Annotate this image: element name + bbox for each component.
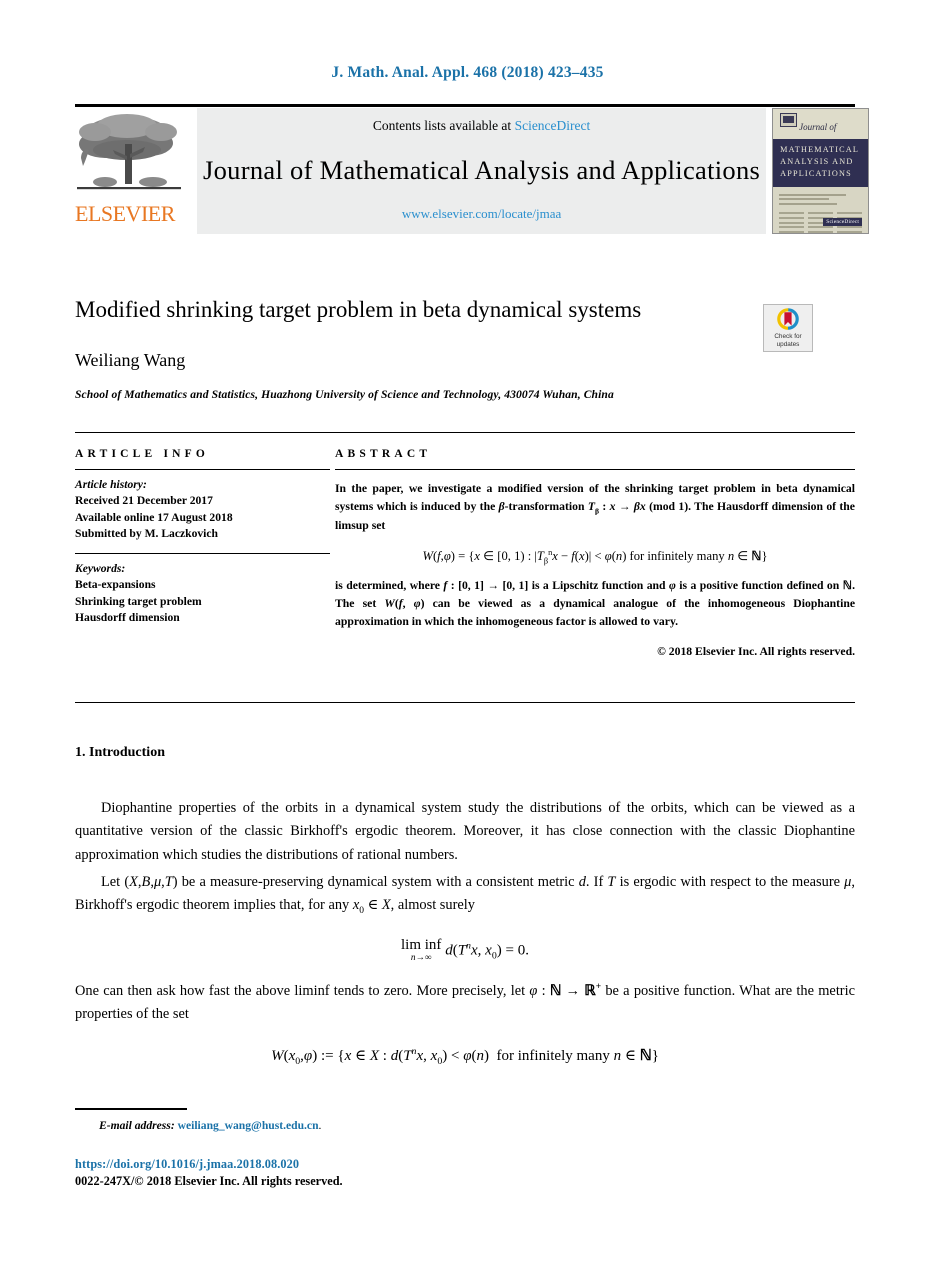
contents-available-line: Contents lists available at ScienceDirec… <box>373 118 590 134</box>
cover-title-line-3: APPLICATIONS <box>780 168 852 178</box>
elsevier-tree-icon <box>77 114 181 190</box>
body-paragraph-2: Let (X,B,μ,T) be a measure-preserving dy… <box>75 873 855 917</box>
abstract-bottom-rule <box>75 702 855 703</box>
email-footnote: E-mail address: weiliang_wang@hust.edu.c… <box>75 1119 855 1132</box>
display-equation-w-set: W(x0,φ) := {x ∈ X : d(Tnx, x0) < φ(n) fo… <box>271 1046 659 1068</box>
section-number: 1. <box>75 745 86 760</box>
abstract-copyright: © 2018 Elsevier Inc. All rights reserved… <box>657 644 855 658</box>
info-section-top-rule <box>75 432 855 433</box>
article-info-rule <box>75 469 330 470</box>
cover-title-band: MATHEMATICAL ANALYSIS AND APPLICATIONS <box>773 139 869 187</box>
crossmark-line-2: updates <box>776 340 800 348</box>
article-first-page: J. Math. Anal. Appl. 468 (2018) 423–435 <box>0 0 935 1266</box>
history-item-submitted: Submitted by M. Laczkovich <box>75 527 218 541</box>
cover-title-line-1: MATHEMATICAL <box>780 145 860 154</box>
section-heading-introduction: 1. Introduction <box>75 745 855 761</box>
body-content: 1. Introduction Diophantine properties o… <box>75 745 855 1067</box>
footnote-rule <box>75 1108 187 1110</box>
masthead-center: Contents lists available at ScienceDirec… <box>197 108 767 234</box>
article-history-group: Article history: Received 21 December 20… <box>75 477 330 543</box>
article-info-column: ARTICLE INFO Article history: Received 2… <box>75 448 330 627</box>
crossmark-label: Check for updates <box>774 333 801 349</box>
abstract-column: ABSTRACT In the paper, we investigate a … <box>335 448 855 658</box>
article-info-heading: ARTICLE INFO <box>75 448 210 460</box>
keyword-item: Shrinking target problem <box>75 594 202 608</box>
journal-homepage-link[interactable]: www.elsevier.com/locate/jmaa <box>402 206 561 222</box>
title-block: Modified shrinking target problem in bet… <box>75 296 855 403</box>
email-period: . <box>318 1118 322 1132</box>
article-history-label: Article history: <box>75 478 147 491</box>
elsevier-wordmark: ELSEVIER <box>75 201 175 226</box>
author-affiliation: School of Mathematics and Statistics, Hu… <box>75 387 614 401</box>
keyword-item: Beta-expansions <box>75 578 156 592</box>
page-footer: E-mail address: weiliang_wang@hust.edu.c… <box>75 1108 855 1189</box>
sciencedirect-link[interactable]: ScienceDirect <box>515 118 591 133</box>
abstract-rule <box>335 469 855 470</box>
contents-prefix: Contents lists available at <box>372 118 515 133</box>
crossmark-badge[interactable]: Check for updates <box>763 304 813 352</box>
cover-contents-area <box>773 187 868 233</box>
cover-sciencedirect-badge: ScienceDirect <box>823 218 863 226</box>
body-paragraph-3: One can then ask how fast the above limi… <box>75 981 855 1023</box>
crossmark-icon <box>777 307 799 330</box>
running-head: J. Math. Anal. Appl. 468 (2018) 423–435 <box>331 64 604 81</box>
masthead-top-rule <box>75 104 855 107</box>
history-item-received: Received 21 December 2017 <box>75 494 213 508</box>
abstract-heading: ABSTRACT <box>335 448 432 460</box>
keywords-divider-rule <box>75 552 330 554</box>
abstract-paragraph-1: In the paper, we investigate a modified … <box>335 482 855 532</box>
history-item-online: Available online 17 August 2018 <box>75 510 233 524</box>
author-name: Weiliang Wang <box>75 349 186 370</box>
journal-title: Journal of Mathematical Analysis and App… <box>203 154 761 185</box>
abstract-paragraph-2: is determined, where f : [0, 1] → [0, 1]… <box>335 579 856 628</box>
abstract-equation: W(f,φ) = {x ∈ [0, 1) : |Tβnx − f(x)| < φ… <box>422 547 768 566</box>
elsevier-logo: ELSEVIER <box>75 108 193 234</box>
cover-title-line-2: ANALYSIS AND <box>780 156 854 166</box>
keywords-label: Keywords: <box>75 561 126 575</box>
journal-masthead: ELSEVIER Contents lists available at Sci… <box>75 104 870 234</box>
body-paragraph-1: Diophantine properties of the orbits in … <box>75 800 855 863</box>
email-label: E-mail address: <box>99 1118 175 1132</box>
display-equation-liminf: lim inf n→∞ d(Tnx, x0) = 0. <box>401 936 529 963</box>
cover-publisher-mark <box>780 113 798 127</box>
doi-link[interactable]: https://doi.org/10.1016/j.jmaa.2018.08.0… <box>75 1157 855 1172</box>
keyword-item: Hausdorff dimension <box>75 611 180 625</box>
issn-copyright-line: 0022-247X/© 2018 Elsevier Inc. All right… <box>75 1173 343 1188</box>
email-address-link[interactable]: weiliang_wang@hust.edu.cn <box>178 1119 319 1132</box>
journal-cover-thumbnail: Journal of MATHEMATICAL ANALYSIS AND APP… <box>772 108 870 234</box>
crossmark-line-1: Check for <box>774 332 802 340</box>
section-title: Introduction <box>89 745 165 760</box>
keywords-group: Keywords: Beta-expansions Shrinking targ… <box>75 561 330 627</box>
article-title: Modified shrinking target problem in bet… <box>75 297 642 322</box>
cover-script-line: Journal of <box>799 122 837 132</box>
